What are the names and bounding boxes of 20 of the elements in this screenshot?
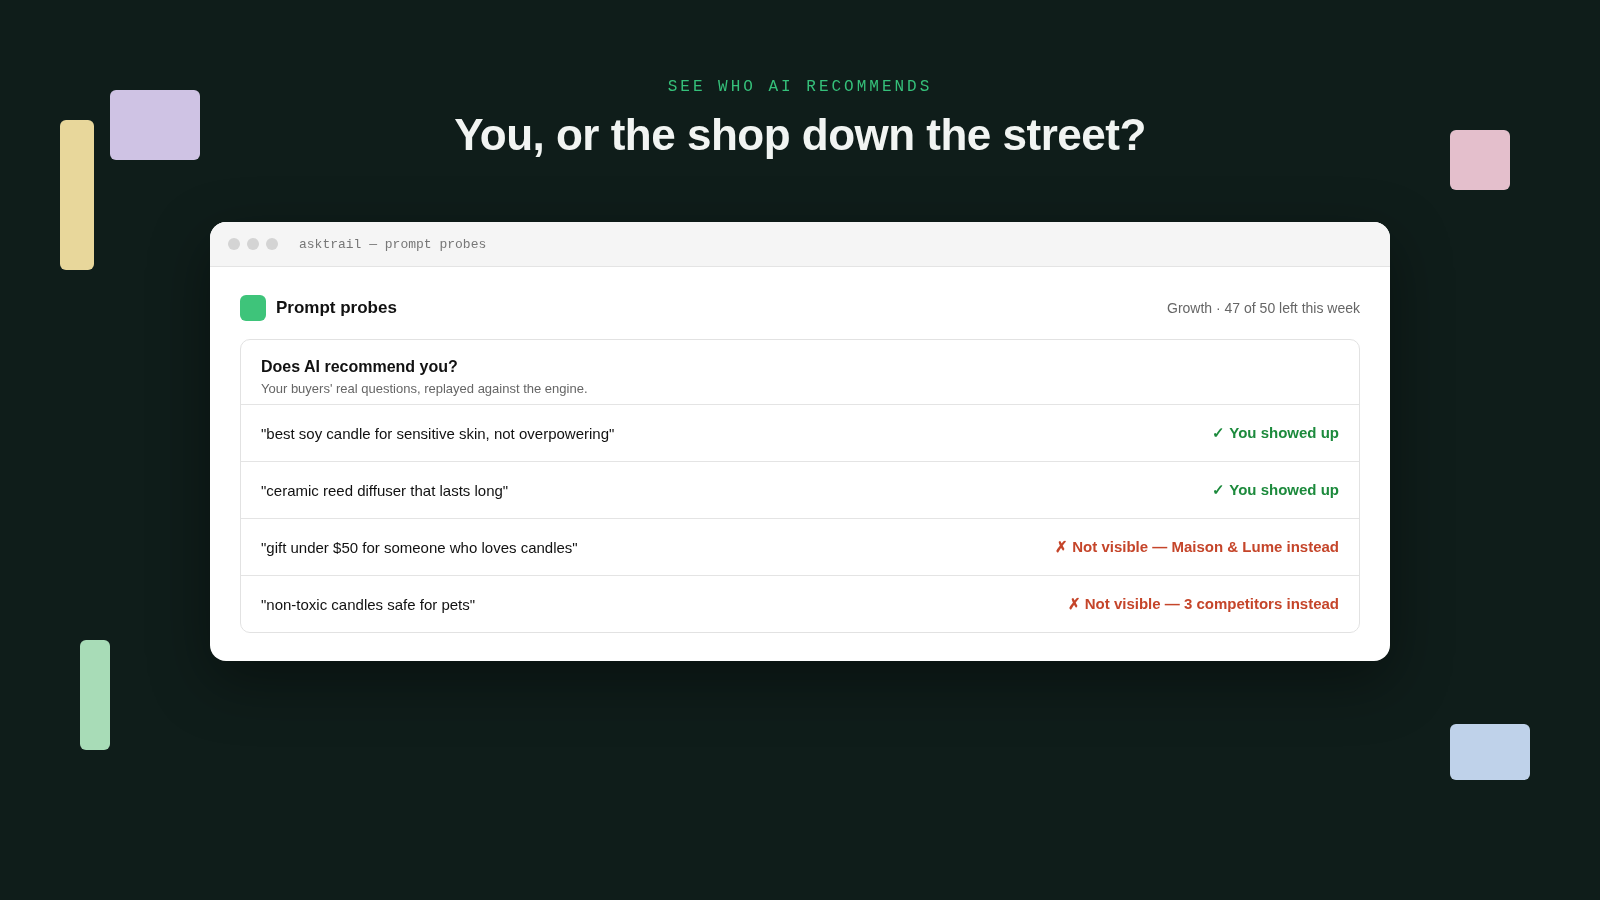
card-title: Does AI recommend you? [261, 358, 459, 376]
probe-result: ✗ Not visible — Maison & Lume instead [1055, 538, 1339, 556]
headline: You, or the shop down the street? [454, 110, 1146, 160]
window-title: asktrail — prompt probes [299, 236, 487, 252]
kicker-text: SEE WHO AI RECOMMENDS [667, 78, 933, 96]
probe-query: "non-toxic candles safe for pets" [261, 595, 476, 613]
plan-usage: Growth · 47 of 50 left this week [1167, 300, 1360, 316]
probe-result: ✓ You showed up [1212, 424, 1339, 442]
probe-result: ✗ Not visible — 3 competitors instead [1067, 595, 1339, 613]
probe-query: "ceramic reed diffuser that lasts long" [261, 481, 509, 499]
probe-result: ✓ You showed up [1212, 481, 1339, 499]
window-dot-icon [266, 238, 278, 250]
probe-query: "gift under $50 for someone who loves candles" [261, 538, 578, 556]
card-subtitle: Your buyers' real questions, replayed against the engine. [261, 381, 589, 396]
logo-icon [240, 295, 266, 321]
panel-title: Prompt probes [276, 298, 397, 318]
decor-block [1450, 130, 1510, 190]
window-dot-icon [228, 238, 240, 250]
probe-query: "best soy candle for sensitive skin, not overpowering" [261, 424, 615, 442]
window-dot-icon [247, 238, 259, 250]
